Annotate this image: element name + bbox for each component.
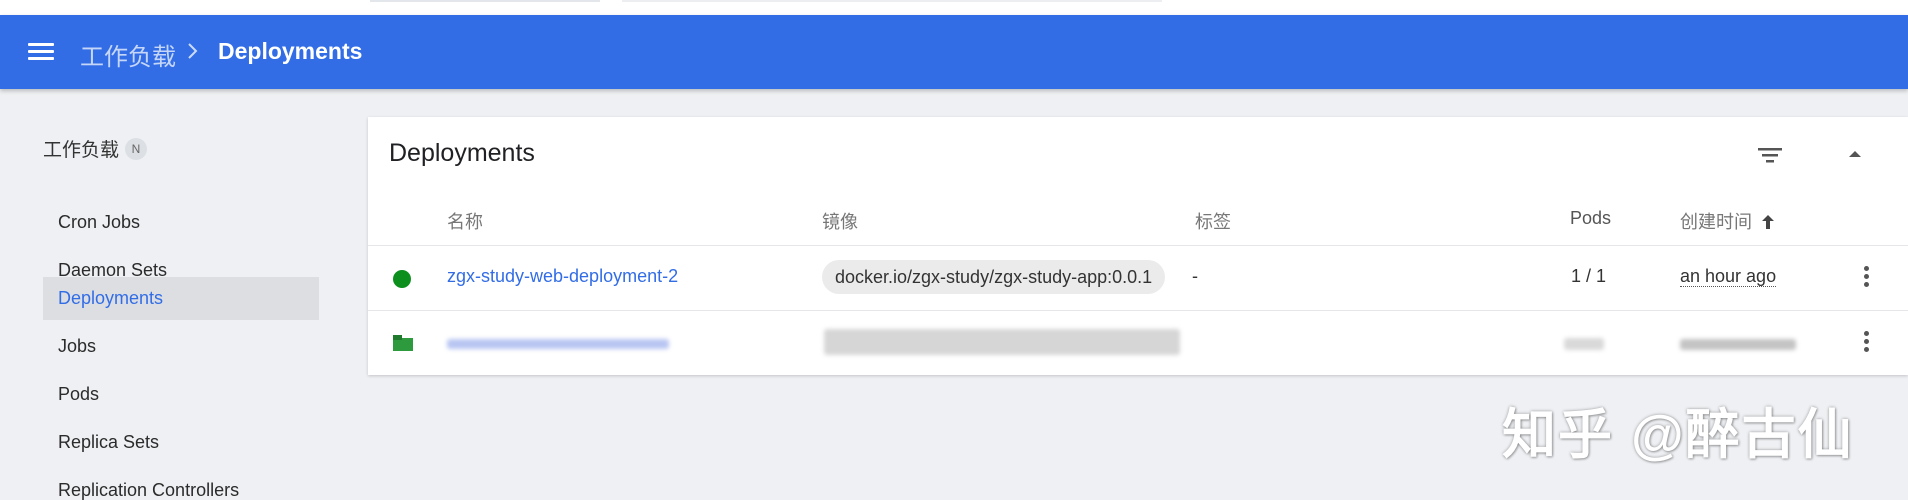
watermark: 知乎 @醉古仙 <box>1502 405 1854 465</box>
breadcrumb-current: Deployments <box>218 38 363 64</box>
arrow-upward-icon <box>1762 215 1775 229</box>
deployments-card: Deployments 名称 镜像 标签 Pods 创建时间 zgx-study… <box>368 117 1908 375</box>
sidebar-item-deployments[interactable]: Deployments <box>43 277 319 320</box>
sidebar-item-cron-jobs[interactable]: Cron Jobs <box>43 201 319 244</box>
sidebar-item-replication-controllers[interactable]: Replication Controllers <box>43 469 319 500</box>
breadcrumb-parent[interactable]: 工作负载 <box>80 37 176 72</box>
column-header-created-label: 创建时间 <box>1680 212 1752 232</box>
pods-cell: 1 / 1 <box>1571 266 1607 286</box>
sidebar-item-jobs[interactable]: Jobs <box>43 325 319 368</box>
sidebar: 工作负载 N Cron Jobs Daemon Sets Deployments… <box>0 89 340 500</box>
sidebar-section-workloads[interactable]: 工作负载 N <box>43 135 148 162</box>
blurred-created-time <box>1680 339 1796 350</box>
column-header-pods: Pods <box>1570 208 1612 228</box>
card-title: Deployments <box>389 139 535 167</box>
table-row <box>368 311 1908 375</box>
top-toolbar: 工作负载 Deployments <box>0 15 1908 89</box>
deployment-name-link[interactable]: zgx-study-web-deployment-2 <box>447 266 678 287</box>
blurred-pods <box>1564 338 1604 350</box>
sidebar-item-replica-sets[interactable]: Replica Sets <box>43 421 319 464</box>
column-header-created[interactable]: 创建时间 <box>1680 208 1775 234</box>
image-chip: docker.io/zgx-study/zgx-study-app:0.0.1 <box>822 260 1166 294</box>
sidebar-section-label: 工作负载 <box>43 140 120 161</box>
table-row: zgx-study-web-deployment-2 docker.io/zgx… <box>368 246 1908 310</box>
created-time: an hour ago <box>1680 266 1777 287</box>
column-header-image: 镜像 <box>822 212 858 232</box>
column-header-labels: 标签 <box>1195 212 1231 232</box>
search-bar-edge <box>622 0 1162 2</box>
address-bar-edge <box>370 0 600 2</box>
more-vert-icon[interactable] <box>1858 331 1874 355</box>
blurred-deployment-name[interactable] <box>447 339 669 349</box>
filter-icon[interactable] <box>1756 143 1784 167</box>
chevron-right-icon <box>188 43 198 59</box>
new-badge: N <box>125 137 148 160</box>
column-header-name[interactable]: 名称 <box>447 208 483 234</box>
more-vert-icon[interactable] <box>1858 266 1874 290</box>
sidebar-item-pods[interactable]: Pods <box>43 373 319 416</box>
status-pending-icon <box>393 335 413 351</box>
expand-less-icon[interactable] <box>1844 143 1866 165</box>
blurred-image <box>824 329 1180 355</box>
status-running-icon <box>393 270 411 288</box>
browser-top-strip <box>0 0 1908 15</box>
labels-cell: - <box>1192 266 1198 286</box>
menu-icon[interactable] <box>28 43 56 63</box>
